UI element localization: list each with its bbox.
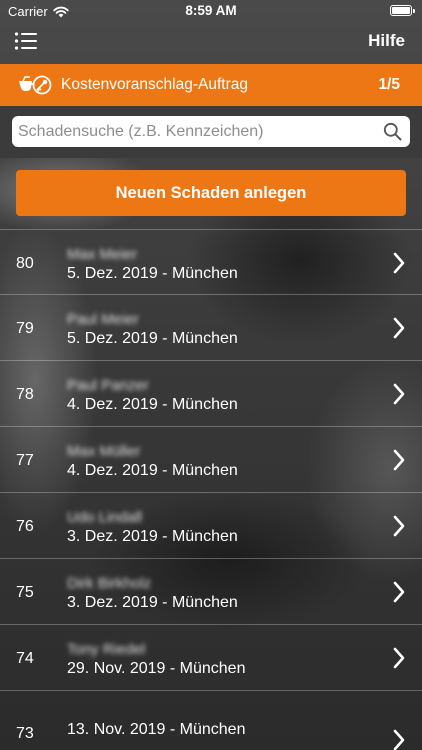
search-input[interactable] <box>18 116 378 147</box>
damage-number: 80 <box>16 255 34 272</box>
damage-number: 77 <box>16 452 34 469</box>
chevron-right-icon <box>393 252 405 274</box>
damage-row[interactable]: 76 Udo Lindall 3. Dez. 2019 - München <box>0 493 422 559</box>
glasses-key-icon <box>19 75 52 95</box>
search-box[interactable] <box>12 116 410 147</box>
header-title: Kostenvoranschlag-Auftrag <box>61 76 248 93</box>
customer-name: Paul Panzer <box>67 377 149 394</box>
damage-number: 74 <box>16 650 34 667</box>
damage-number: 78 <box>16 386 34 403</box>
damage-row[interactable]: 77 Max Müller 4. Dez. 2019 - München <box>0 427 422 493</box>
damage-number: 79 <box>16 320 34 337</box>
page-indicator: 1/5 <box>378 76 400 93</box>
customer-name: Tony Riedel <box>67 641 146 658</box>
chevron-right-icon <box>393 449 405 471</box>
customer-name: Udo Lindall <box>67 509 143 526</box>
status-time: 8:59 AM <box>185 3 237 18</box>
list-menu-icon[interactable] <box>14 31 38 51</box>
navigation-bar: Hilfe <box>0 22 422 64</box>
customer-name: Dirk Birkholz <box>67 575 152 592</box>
chevron-right-icon <box>393 383 405 405</box>
damage-row[interactable]: 80 Max Meier 5. Dez. 2019 - München <box>0 229 422 295</box>
search-icon[interactable] <box>383 122 402 141</box>
chevron-right-icon <box>393 729 405 750</box>
damage-row[interactable]: 79 Paul Meier 5. Dez. 2019 - München <box>0 295 422 361</box>
damage-number: 75 <box>16 584 34 601</box>
customer-name: Paul Meier <box>67 311 139 328</box>
damage-date-location: 3. Dez. 2019 - München <box>67 594 238 611</box>
customer-name: Max Meier <box>67 246 138 263</box>
search-area <box>0 106 422 158</box>
damage-row[interactable]: 78 Paul Panzer 4. Dez. 2019 - München <box>0 361 422 427</box>
chevron-right-icon <box>393 647 405 669</box>
damage-row[interactable]: 73 13. Nov. 2019 - München <box>0 691 422 750</box>
damage-date-location: 5. Dez. 2019 - München <box>67 330 238 347</box>
damage-date-location: 29. Nov. 2019 - München <box>67 660 246 677</box>
damage-date-location: 4. Dez. 2019 - München <box>67 462 238 479</box>
help-button[interactable]: Hilfe <box>368 31 405 51</box>
damage-date-location: 5. Dez. 2019 - München <box>67 265 238 282</box>
battery-icon <box>390 5 415 16</box>
order-header: Kostenvoranschlag-Auftrag 1/5 <box>0 64 422 106</box>
customer-name: Max Müller <box>67 443 141 460</box>
damage-number: 73 <box>16 725 34 742</box>
damage-row[interactable]: 74 Tony Riedel 29. Nov. 2019 - München <box>0 625 422 691</box>
damage-date-location: 3. Dez. 2019 - München <box>67 528 238 545</box>
damage-date-location: 4. Dez. 2019 - München <box>67 396 238 413</box>
chevron-right-icon <box>393 581 405 603</box>
new-damage-button[interactable]: Neuen Schaden anlegen <box>16 170 406 216</box>
chevron-right-icon <box>393 515 405 537</box>
chevron-right-icon <box>393 317 405 339</box>
status-bar: Carrier 8:59 AM <box>0 0 422 22</box>
damage-number: 76 <box>16 518 34 535</box>
damage-row[interactable]: 75 Dirk Birkholz 3. Dez. 2019 - München <box>0 559 422 625</box>
damage-date-location: 13. Nov. 2019 - München <box>67 721 246 738</box>
